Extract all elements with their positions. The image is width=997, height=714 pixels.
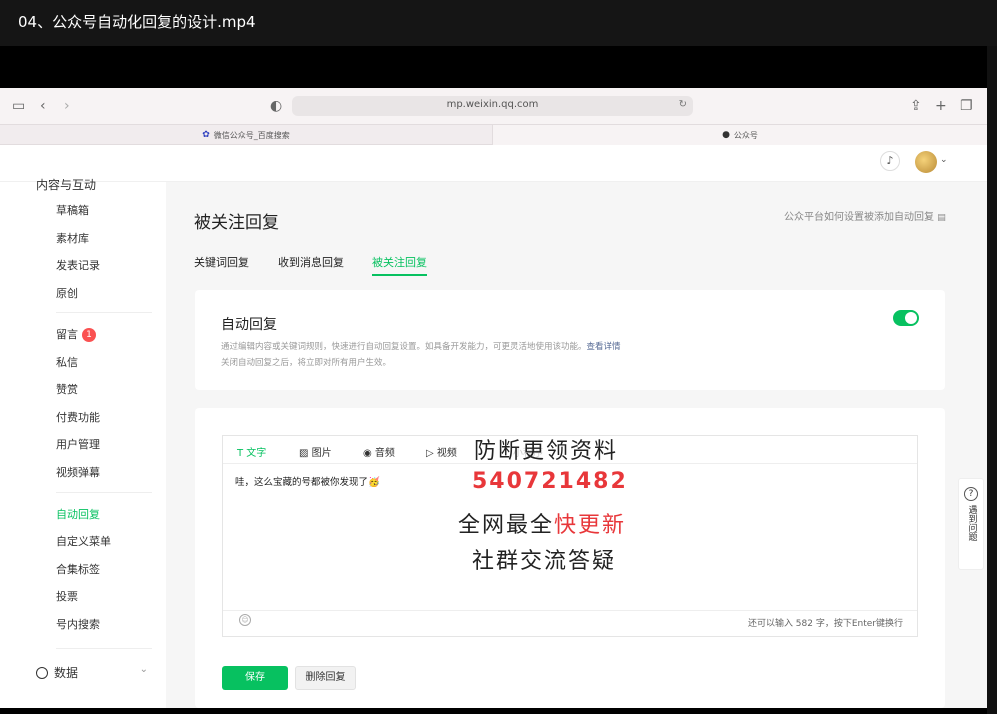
tab-overview-icon[interactable]: ❐ xyxy=(960,98,973,114)
sidebar-item-data[interactable]: 数据 ⌄ xyxy=(36,664,148,681)
forward-icon[interactable]: › xyxy=(64,98,70,114)
editor-tab-label: 音频 xyxy=(374,448,395,459)
editor-tab-text[interactable]: T 文字 xyxy=(237,444,266,459)
privacy-shield-icon[interactable]: ◐ xyxy=(270,98,282,114)
reload-icon[interactable]: ↻ xyxy=(679,99,687,110)
tab-baidu[interactable]: ✿ 微信公众号_百度搜索 xyxy=(0,125,492,145)
auto-reply-toggle[interactable] xyxy=(893,310,919,326)
reply-content[interactable]: 哇，这么宝藏的号都被你发现了🥳 xyxy=(235,474,380,488)
sidebar-item-vote[interactable]: 投票 xyxy=(56,588,78,604)
chart-pie-icon xyxy=(36,667,48,679)
tab-label: 微信公众号_百度搜索 xyxy=(213,130,290,140)
sidebar-item-drafts[interactable]: 草稿箱 xyxy=(56,202,89,218)
browser-frame: ▭ ‹ › ◐ mp.weixin.qq.com ↻ ⇪ + ❐ ✿ 微信公众号… xyxy=(0,88,987,708)
sidebar-divider xyxy=(56,648,152,649)
auto-reply-desc-text: 通过编辑内容或关键词规则，快速进行自动回复设置。如具备开发能力，可更灵活地使用该… xyxy=(221,342,587,352)
overlay-line-3: 全网最全快更新 xyxy=(458,507,626,539)
auto-reply-title: 自动回复 xyxy=(221,317,277,333)
sidebar-item-auto-reply[interactable]: 自动回复 xyxy=(56,506,100,522)
sidebar-item-search[interactable]: 号内搜索 xyxy=(56,616,100,632)
url-text: mp.weixin.qq.com xyxy=(446,99,539,110)
bell-icon[interactable]: ♪ xyxy=(880,151,900,171)
back-icon[interactable]: ‹ xyxy=(40,98,46,114)
overlay-line-3-red: 快更新 xyxy=(554,513,627,538)
sidebar-item-materials[interactable]: 素材库 xyxy=(56,230,89,246)
sidebar-item-users[interactable]: 用户管理 xyxy=(56,436,100,452)
help-float-label: 遇到问题 xyxy=(966,505,977,541)
sidebar-item-paid[interactable]: 付费功能 xyxy=(56,409,100,425)
baidu-paw-icon: ✿ xyxy=(202,130,210,140)
editor-divider xyxy=(223,610,917,611)
editor-tab-audio[interactable]: ◉ 音频 xyxy=(363,444,395,459)
app-header: ♪ ⌄ xyxy=(0,145,987,182)
tab-follow-reply[interactable]: 被关注回复 xyxy=(372,254,427,276)
video-title: 04、公众号自动化回复的设计.mp4 xyxy=(18,13,256,31)
auto-reply-note: 关闭自动回复之后，将立即对所有用户生效。 xyxy=(221,358,392,368)
chevron-down-icon: ⌄ xyxy=(139,664,148,675)
overlay-line-1: 防断更领资料 xyxy=(474,439,619,464)
avatar[interactable] xyxy=(915,151,937,173)
video-icon: ▷ xyxy=(426,448,434,459)
question-icon: ? xyxy=(964,487,978,501)
image-icon: ▨ xyxy=(299,448,309,459)
save-button[interactable]: 保存 xyxy=(222,666,288,690)
help-float-button[interactable]: ? 遇到问题 xyxy=(958,478,984,570)
audio-icon: ◉ xyxy=(363,448,372,459)
sidebar-item-label: 留言 xyxy=(56,328,78,341)
overlay-line-2: 540721482 xyxy=(472,469,628,494)
sidebar-section-title: 内容与互动 xyxy=(36,178,97,192)
sidebar-item-custom-menu[interactable]: 自定义菜单 xyxy=(56,533,111,549)
overlay-line-3-black: 全网最全 xyxy=(458,513,555,538)
sidebar-divider xyxy=(56,312,152,313)
sidebar-divider xyxy=(56,492,152,493)
new-tab-icon[interactable]: + xyxy=(935,98,947,114)
sidebar: 内容与互动 草稿箱 素材库 发表记录 原创 留言 1 私信 赞赏 付费功能 用户管… xyxy=(0,178,166,708)
sidebar-item-publish-history[interactable]: 发表记录 xyxy=(56,257,100,273)
wechat-icon: ● xyxy=(722,130,730,140)
tab-label: 公众号 xyxy=(733,130,758,140)
video-edge xyxy=(987,46,997,714)
browser-tabbar: ✿ 微信公众号_百度搜索 ● 公众号 xyxy=(0,124,987,145)
sidebar-item-reward[interactable]: 赞赏 xyxy=(56,381,78,397)
comment-count-badge: 1 xyxy=(82,328,96,342)
delete-reply-button[interactable]: 删除回复 xyxy=(295,666,356,690)
editor-tab-image[interactable]: ▨ 图片 xyxy=(299,444,332,459)
sidebar-item-collection-tags[interactable]: 合集标签 xyxy=(56,561,100,577)
video-title-bar: 04、公众号自动化回复的设计.mp4 xyxy=(0,0,997,46)
view-details-link[interactable]: 查看详情 xyxy=(587,342,621,352)
tab-wechat[interactable]: ● 公众号 xyxy=(492,125,987,145)
sidebar-item-label: 数据 xyxy=(54,666,79,680)
overlay-line-4: 社群交流答疑 xyxy=(472,549,617,574)
char-count: 还可以输入 582 字，按下Enter键换行 xyxy=(747,619,903,629)
address-bar[interactable]: mp.weixin.qq.com ↻ xyxy=(292,96,693,116)
sidebar-item-danmaku[interactable]: 视频弹幕 xyxy=(56,464,100,480)
page-title: 被关注回复 xyxy=(194,213,279,233)
share-icon[interactable]: ⇪ xyxy=(910,98,922,114)
text-icon: T xyxy=(237,448,244,459)
help-link[interactable]: 公众平台如何设置被添加自动回复 ▤ xyxy=(784,208,946,223)
sidebar-item-messages[interactable]: 私信 xyxy=(56,354,78,370)
editor-tab-label: 文字 xyxy=(246,448,267,459)
help-link-text: 公众平台如何设置被添加自动回复 xyxy=(784,212,934,223)
browser-toolbar: ▭ ‹ › ◐ mp.weixin.qq.com ↻ ⇪ + ❐ xyxy=(0,88,987,124)
editor-tab-label: 视频 xyxy=(436,448,457,459)
editor-tab-label: 图片 xyxy=(311,448,332,459)
sidebar-item-original[interactable]: 原创 xyxy=(56,285,78,301)
tab-keyword-reply[interactable]: 关键词回复 xyxy=(194,254,249,270)
sidebar-toggle-icon[interactable]: ▭ xyxy=(12,98,25,114)
editor-tab-video[interactable]: ▷ 视频 xyxy=(426,444,457,459)
tab-message-reply[interactable]: 收到消息回复 xyxy=(278,254,344,270)
chevron-down-icon[interactable]: ⌄ xyxy=(940,155,948,165)
sidebar-item-comments[interactable]: 留言 1 xyxy=(56,326,96,342)
auto-reply-desc: 通过编辑内容或关键词规则，快速进行自动回复设置。如具备开发能力，可更灵活地使用该… xyxy=(221,340,621,352)
document-icon: ▤ xyxy=(937,213,946,223)
emoji-icon[interactable]: ☺ xyxy=(239,614,251,626)
auto-reply-card: 自动回复 通过编辑内容或关键词规则，快速进行自动回复设置。如具备开发能力，可更灵… xyxy=(195,290,945,390)
